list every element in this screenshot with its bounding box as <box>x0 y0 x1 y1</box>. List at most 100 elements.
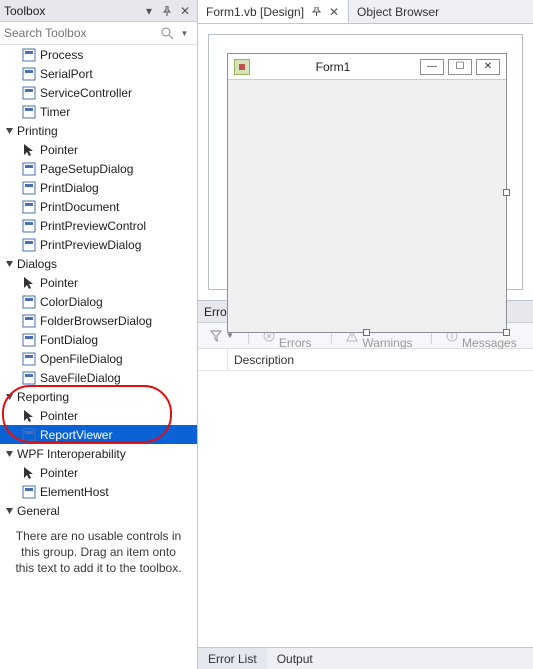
caret-icon <box>3 448 15 460</box>
resize-handle[interactable] <box>503 189 510 196</box>
printdialog-icon <box>18 180 40 196</box>
toolbox-item[interactable]: FolderBrowserDialog <box>0 311 197 330</box>
resize-handle[interactable] <box>363 329 370 336</box>
pin-icon[interactable] <box>159 3 175 19</box>
resize-handle[interactable] <box>503 329 510 336</box>
close-icon[interactable]: ✕ <box>328 6 340 18</box>
toolbox-panel: Toolbox ▾ ✕ ▼ Process SerialPort ServiceCo… <box>0 0 198 669</box>
toolbox-item[interactable]: ElementHost <box>0 482 197 501</box>
toolbox-tree: Process SerialPort ServiceController Timer P… <box>0 45 197 669</box>
toolbox-title: Toolbox <box>4 4 139 18</box>
toolbox-item[interactable]: FontDialog <box>0 330 197 349</box>
pin-icon[interactable] <box>310 6 322 18</box>
winform[interactable]: Form1 — ☐ ✕ <box>227 53 507 333</box>
group-label: Dialogs <box>17 257 57 271</box>
bottom-tab[interactable]: Error List <box>198 648 267 669</box>
errorlist-columns: Description <box>198 349 533 371</box>
document-tab[interactable]: Object Browser <box>349 0 448 23</box>
search-dropdown-icon[interactable]: ▼ <box>176 24 193 42</box>
toolbox-item[interactable]: PrintDialog <box>0 178 197 197</box>
printdoc-icon <box>18 199 40 215</box>
toolbox-item[interactable]: Process <box>0 45 197 64</box>
toolbox-item-label: Pointer <box>40 409 78 423</box>
group-label: WPF Interoperability <box>17 447 126 461</box>
toolbox-group-header[interactable]: Reporting <box>0 387 197 406</box>
search-icon[interactable] <box>159 24 176 42</box>
colordlg-icon <box>18 294 40 310</box>
bottom-tab[interactable]: Output <box>267 648 323 669</box>
toolbox-item[interactable]: PrintPreviewControl <box>0 216 197 235</box>
toolbox-item-label: OpenFileDialog <box>40 352 123 366</box>
caret-icon <box>3 505 15 517</box>
bottom-tabs: Error ListOutput <box>198 647 533 669</box>
toolbox-group-header[interactable]: Dialogs <box>0 254 197 273</box>
folderdlg-icon <box>18 313 40 329</box>
filter-icon <box>210 330 222 342</box>
toolbox-item-label: ServiceController <box>40 86 132 100</box>
toolbox-item-label: Timer <box>40 105 70 119</box>
close-icon[interactable]: ✕ <box>177 3 193 19</box>
toolbox-item-label: ElementHost <box>40 485 109 499</box>
toolbox-item[interactable]: SaveFileDialog <box>0 368 197 387</box>
toolbox-group-header[interactable]: WPF Interoperability <box>0 444 197 463</box>
group-label: Printing <box>17 124 58 138</box>
group-empty-text: There are no usable controls in this gro… <box>0 520 197 585</box>
column-header[interactable]: Description <box>228 353 533 367</box>
toolbox-item-label: PrintPreviewControl <box>40 219 146 233</box>
app-icon <box>234 59 250 75</box>
preview-icon <box>18 218 40 234</box>
timer-icon <box>18 104 40 120</box>
toolbox-item[interactable]: PageSetupDialog <box>0 159 197 178</box>
toolbox-item[interactable]: OpenFileDialog <box>0 349 197 368</box>
minimize-button[interactable]: — <box>420 59 444 75</box>
toolbox-group-header[interactable]: Printing <box>0 121 197 140</box>
reportviewer-icon <box>18 427 40 443</box>
toolbox-item[interactable]: Pointer <box>0 273 197 292</box>
caret-icon <box>3 391 15 403</box>
design-canvas[interactable]: Form1 — ☐ ✕ <box>208 34 523 290</box>
toolbox-item[interactable]: ServiceController <box>0 83 197 102</box>
toolbox-item[interactable]: Pointer <box>0 406 197 425</box>
previewdlg-icon <box>18 237 40 253</box>
toolbox-item-label: Pointer <box>40 276 78 290</box>
toolbox-item-label: Pointer <box>40 143 78 157</box>
pointer-icon <box>18 275 40 291</box>
toolbox-item[interactable]: ReportViewer <box>0 425 197 444</box>
tab-label: Object Browser <box>357 5 439 19</box>
toolbox-item-label: PageSetupDialog <box>40 162 133 176</box>
toolbox-group-header[interactable]: General <box>0 501 197 520</box>
toolbox-item[interactable]: SerialPort <box>0 64 197 83</box>
caret-icon <box>3 258 15 270</box>
right-pane: Form1.vb [Design]✕ Object Browser Form1 —… <box>198 0 533 669</box>
toolbox-item-label: Process <box>40 48 83 62</box>
toolbox-item[interactable]: PrintPreviewDialog <box>0 235 197 254</box>
toolbox-item[interactable]: Pointer <box>0 463 197 482</box>
toolbox-item-label: ReportViewer <box>40 428 112 442</box>
toolbox-item[interactable]: Pointer <box>0 140 197 159</box>
group-label: General <box>17 504 60 518</box>
dropdown-icon[interactable]: ▾ <box>141 3 157 19</box>
pointer-icon <box>18 465 40 481</box>
toolbox-search: ▼ <box>0 22 197 45</box>
pointer-icon <box>18 142 40 158</box>
serialport-icon <box>18 66 40 82</box>
maximize-button[interactable]: ☐ <box>448 59 472 75</box>
pointer-icon <box>18 408 40 424</box>
search-input[interactable] <box>4 23 159 43</box>
toolbox-item-label: SaveFileDialog <box>40 371 121 385</box>
winform-titlebar: Form1 — ☐ ✕ <box>228 54 506 80</box>
close-button[interactable]: ✕ <box>476 59 500 75</box>
toolbox-item[interactable]: PrintDocument <box>0 197 197 216</box>
elementhost-icon <box>18 484 40 500</box>
toolbox-item[interactable]: ColorDialog <box>0 292 197 311</box>
caret-icon <box>3 125 15 137</box>
fontdlg-icon <box>18 332 40 348</box>
toolbox-item-label: PrintPreviewDialog <box>40 238 141 252</box>
document-tab[interactable]: Form1.vb [Design]✕ <box>198 0 349 23</box>
group-label: Reporting <box>17 390 69 404</box>
errorlist-body <box>198 371 533 647</box>
toolbox-item[interactable]: Timer <box>0 102 197 121</box>
savefile-icon <box>18 370 40 386</box>
toolbox-item-label: FontDialog <box>40 333 98 347</box>
service-icon <box>18 85 40 101</box>
